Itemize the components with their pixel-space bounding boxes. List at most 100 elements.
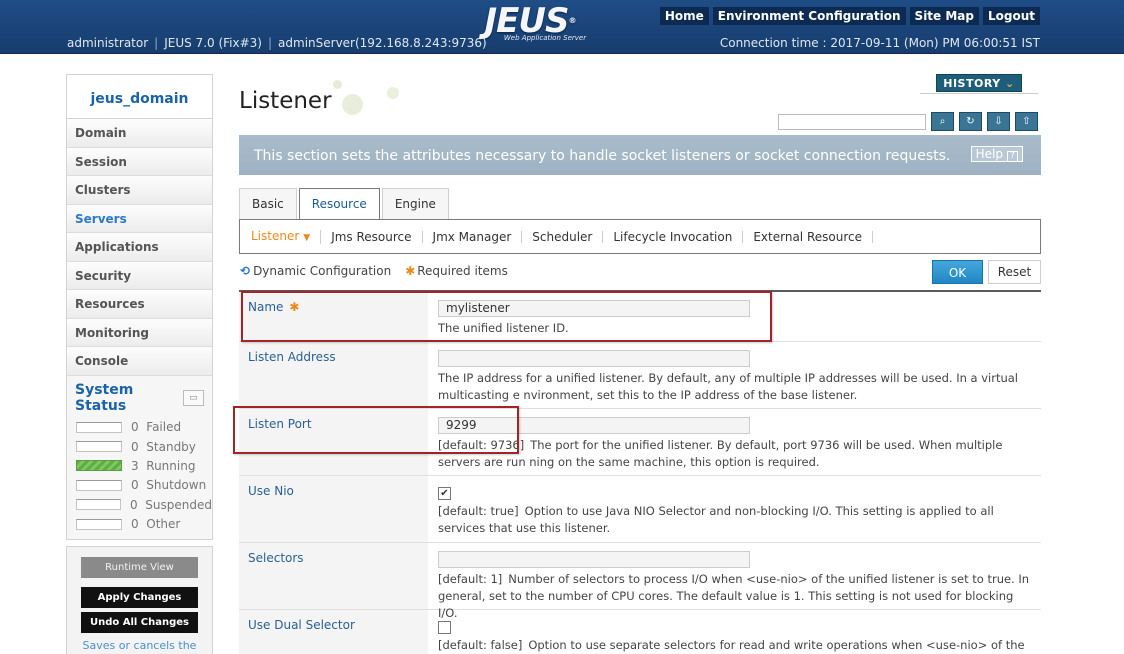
- selectors-label: Selectors: [239, 543, 428, 609]
- ok-button[interactable]: OK: [932, 260, 983, 284]
- status-bar: [76, 479, 122, 491]
- required-star-icon: ✱: [289, 300, 300, 314]
- use-dual-selector-label: Use Dual Selector: [239, 610, 428, 654]
- history-area: HISTORY ⌄: [920, 74, 1038, 94]
- sidebar-item-resources[interactable]: Resources: [67, 290, 212, 319]
- sidebar-item-session[interactable]: Session: [67, 147, 212, 176]
- form-row-use-nio: Use Nio ✔ [default: true] Option to use J…: [239, 476, 1041, 543]
- page-title: Listener: [239, 88, 332, 114]
- nav-logout-link[interactable]: Logout: [982, 7, 1040, 25]
- listener-form: Name ✱ mylistener The unified listener ID…: [239, 290, 1041, 654]
- search-icon[interactable]: ⌕: [931, 112, 954, 131]
- server-info: adminServer(192.168.8.243:9736): [278, 36, 487, 50]
- top-nav: Home Environment Configuration Site Map …: [659, 7, 1040, 25]
- search-input[interactable]: [778, 114, 926, 130]
- decorative-dot: [342, 94, 363, 115]
- sidebar-item-applications[interactable]: Applications: [67, 233, 212, 262]
- sidebar: jeus_domain Domain Session Clusters Serv…: [66, 74, 213, 540]
- decorative-dot: [333, 80, 342, 89]
- default-value: [default: true]: [438, 504, 519, 518]
- refresh-icon[interactable]: ↻: [959, 112, 982, 131]
- subtab-external-resource[interactable]: External Resource: [743, 230, 873, 243]
- jeus-version: JEUS 7.0 (Fix#3): [164, 36, 262, 50]
- caret-down-icon: ▼: [303, 232, 311, 243]
- history-button[interactable]: HISTORY ⌄: [936, 74, 1022, 92]
- sidebar-item-clusters[interactable]: Clusters: [67, 176, 212, 205]
- legend: ⟲ Dynamic Configuration ✱ Required items: [240, 264, 508, 278]
- listen-port-label: Listen Port: [239, 409, 428, 475]
- status-row-shutdown: 0 Shutdown: [67, 476, 212, 495]
- apply-changes-button[interactable]: Apply Changes: [81, 587, 198, 608]
- listen-address-description: The IP address for a unified listener. B…: [438, 371, 1019, 402]
- sidebar-item-monitoring[interactable]: Monitoring: [67, 318, 212, 347]
- system-status-title: System Status: [75, 381, 134, 414]
- undo-all-changes-button[interactable]: Undo All Changes: [81, 612, 198, 633]
- use-dual-selector-checkbox[interactable]: [438, 621, 451, 634]
- help-button[interactable]: Help?: [970, 146, 1023, 162]
- jeus-logo: JEUS® Web Application Server: [484, 1, 587, 42]
- status-row-other: 0 Other: [67, 514, 212, 533]
- listen-address-input[interactable]: [438, 350, 750, 367]
- status-bar-running: [76, 460, 122, 472]
- nav-environment-configuration-link[interactable]: Environment Configuration: [712, 7, 906, 25]
- tab-basic[interactable]: Basic: [239, 188, 297, 219]
- question-icon: ?: [1007, 151, 1018, 162]
- subtab-listener[interactable]: Listener ▼: [251, 229, 322, 244]
- decorative-dot: [387, 87, 399, 99]
- status-row-suspended: 0 Suspended: [67, 495, 212, 514]
- reset-button[interactable]: Reset: [988, 260, 1041, 284]
- status-row-running: 3 Running: [67, 456, 212, 475]
- default-value: [default: 1]: [438, 572, 503, 586]
- main-tabs: Basic Resource Engine: [239, 188, 449, 220]
- domain-title[interactable]: jeus_domain: [67, 75, 212, 119]
- form-row-listen-address: Listen Address The IP address for a unif…: [239, 342, 1041, 409]
- info-text: This section sets the attributes necessa…: [254, 148, 951, 164]
- subtab-jms-resource[interactable]: Jms Resource: [321, 230, 423, 243]
- xml-export-icon[interactable]: ⇩: [987, 112, 1010, 131]
- sidebar-item-security[interactable]: Security: [67, 261, 212, 290]
- use-nio-description: [default: true] Option to use Java NIO Se…: [438, 504, 994, 535]
- listen-port-input[interactable]: 9299: [438, 417, 750, 434]
- subtab-scheduler[interactable]: Scheduler: [522, 230, 604, 243]
- status-bar: [76, 499, 122, 511]
- subtab-jmx-manager[interactable]: Jmx Manager: [423, 230, 523, 243]
- selectors-input[interactable]: [438, 551, 750, 568]
- tab-resource[interactable]: Resource: [298, 188, 380, 220]
- form-row-listen-port: Listen Port 9299 [default: 9736] The port…: [239, 409, 1041, 476]
- name-description: The unified listener ID.: [438, 321, 569, 335]
- form-row-name: Name ✱ mylistener The unified listener ID…: [239, 292, 1041, 342]
- monitor-icon[interactable]: ▭: [182, 389, 204, 406]
- runtime-view-button[interactable]: Runtime View: [81, 557, 198, 578]
- status-row-failed: 0 Failed: [67, 418, 212, 437]
- use-nio-checkbox[interactable]: ✔: [438, 487, 451, 500]
- app-header: JEUS® Web Application Server Home Enviro…: [0, 0, 1124, 54]
- nav-site-map-link[interactable]: Site Map: [909, 7, 979, 25]
- name-label: Name ✱: [239, 292, 428, 341]
- subtab-lifecycle-invocation[interactable]: Lifecycle Invocation: [603, 230, 744, 243]
- default-value: [default: false]: [438, 638, 523, 652]
- user-name: administrator: [67, 36, 149, 50]
- listen-port-description: [default: 9736] The port for the unified …: [438, 438, 1003, 469]
- status-row-standby: 0 Standby: [67, 437, 212, 456]
- listen-address-label: Listen Address: [239, 342, 428, 408]
- sidebar-item-domain[interactable]: Domain: [67, 119, 212, 148]
- form-row-use-dual-selector: Use Dual Selector [default: false] Option…: [239, 610, 1041, 654]
- sidebar-item-servers[interactable]: Servers: [67, 204, 212, 233]
- dynamic-configuration-legend: ⟲ Dynamic Configuration: [240, 264, 392, 278]
- xml-import-icon[interactable]: ⇧: [1015, 112, 1038, 131]
- connection-time: Connection time : 2017-09-11 (Mon) PM 06…: [719, 36, 1040, 50]
- required-items-legend: ✱ Required items: [405, 264, 508, 278]
- status-bar: [76, 518, 122, 530]
- sidebar-item-console[interactable]: Console: [67, 347, 212, 376]
- tab-engine[interactable]: Engine: [381, 188, 449, 219]
- sidebar-actions: Runtime View Apply Changes Undo All Chan…: [66, 546, 213, 654]
- use-dual-selector-description: [default: false] Option to use separate s…: [438, 638, 1025, 652]
- chevron-down-icon: ⌄: [1005, 77, 1015, 90]
- status-bar: [76, 441, 122, 453]
- name-input[interactable]: mylistener: [438, 300, 750, 317]
- dynamic-config-icon: ⟲: [240, 264, 251, 278]
- info-bar: This section sets the attributes necessa…: [239, 135, 1041, 175]
- status-bar: [76, 421, 122, 433]
- system-status-header: System Status ▭: [67, 376, 212, 418]
- nav-home-link[interactable]: Home: [659, 7, 709, 25]
